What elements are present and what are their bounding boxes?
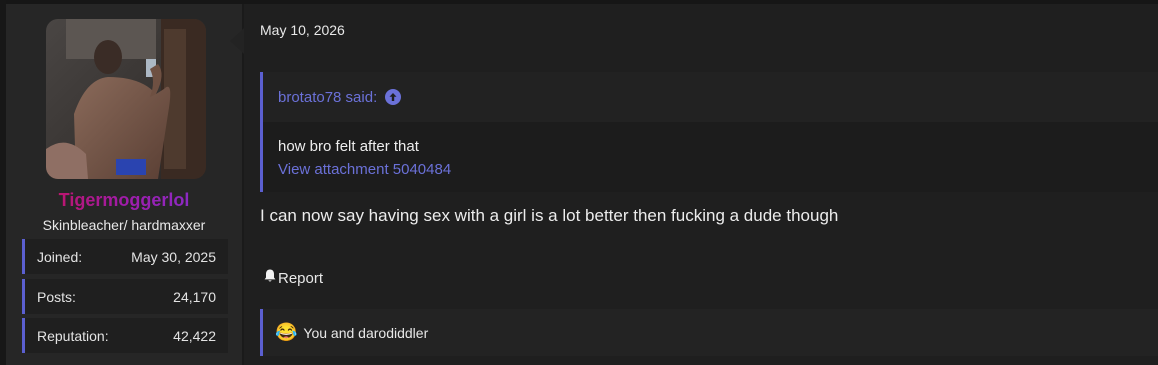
- arrow-up-icon[interactable]: [385, 89, 402, 105]
- stat-value: May 30, 2025: [131, 248, 216, 265]
- stat-label: Joined:: [37, 248, 83, 265]
- crying-laughing-icon: 😂: [275, 322, 298, 342]
- post-arrow: [230, 28, 244, 54]
- quote-block: brotato78 said: how bro felt after that …: [260, 72, 1158, 192]
- report-button[interactable]: Report: [262, 268, 323, 288]
- stat-posts: Posts: 24,170: [22, 279, 228, 314]
- stat-joined: Joined: May 30, 2025: [22, 239, 228, 274]
- reactions-text[interactable]: You and darodiddler: [303, 325, 428, 341]
- username[interactable]: Tigermoggerlol: [6, 190, 242, 211]
- post-message: I can now say having sex with a girl is …: [260, 206, 839, 225]
- stat-label: Reputation:: [37, 327, 109, 344]
- stat-reputation: Reputation: 42,422: [22, 318, 228, 353]
- stat-label: Posts:: [37, 288, 76, 305]
- stat-value: 24,170: [173, 288, 216, 305]
- quote-header[interactable]: brotato78 said:: [263, 72, 1158, 122]
- quote-body: how bro felt after that View attachment …: [263, 122, 1158, 192]
- stat-value: 42,422: [173, 327, 216, 344]
- avatar-image: [46, 19, 206, 179]
- report-label: Report: [278, 269, 324, 287]
- attachment-link[interactable]: View attachment 5040484: [278, 161, 451, 178]
- avatar[interactable]: [46, 19, 206, 179]
- reactions-bar[interactable]: 😂 You and darodiddler: [260, 309, 1158, 356]
- quote-author[interactable]: brotato78 said:: [278, 89, 377, 106]
- bell-icon: [262, 268, 278, 288]
- quote-text: how bro felt after that: [278, 138, 419, 155]
- post-date[interactable]: May 10, 2026: [260, 22, 345, 38]
- user-title: Skinbleacher/ hardmaxxer: [42, 217, 206, 233]
- panel-divider: [242, 4, 244, 365]
